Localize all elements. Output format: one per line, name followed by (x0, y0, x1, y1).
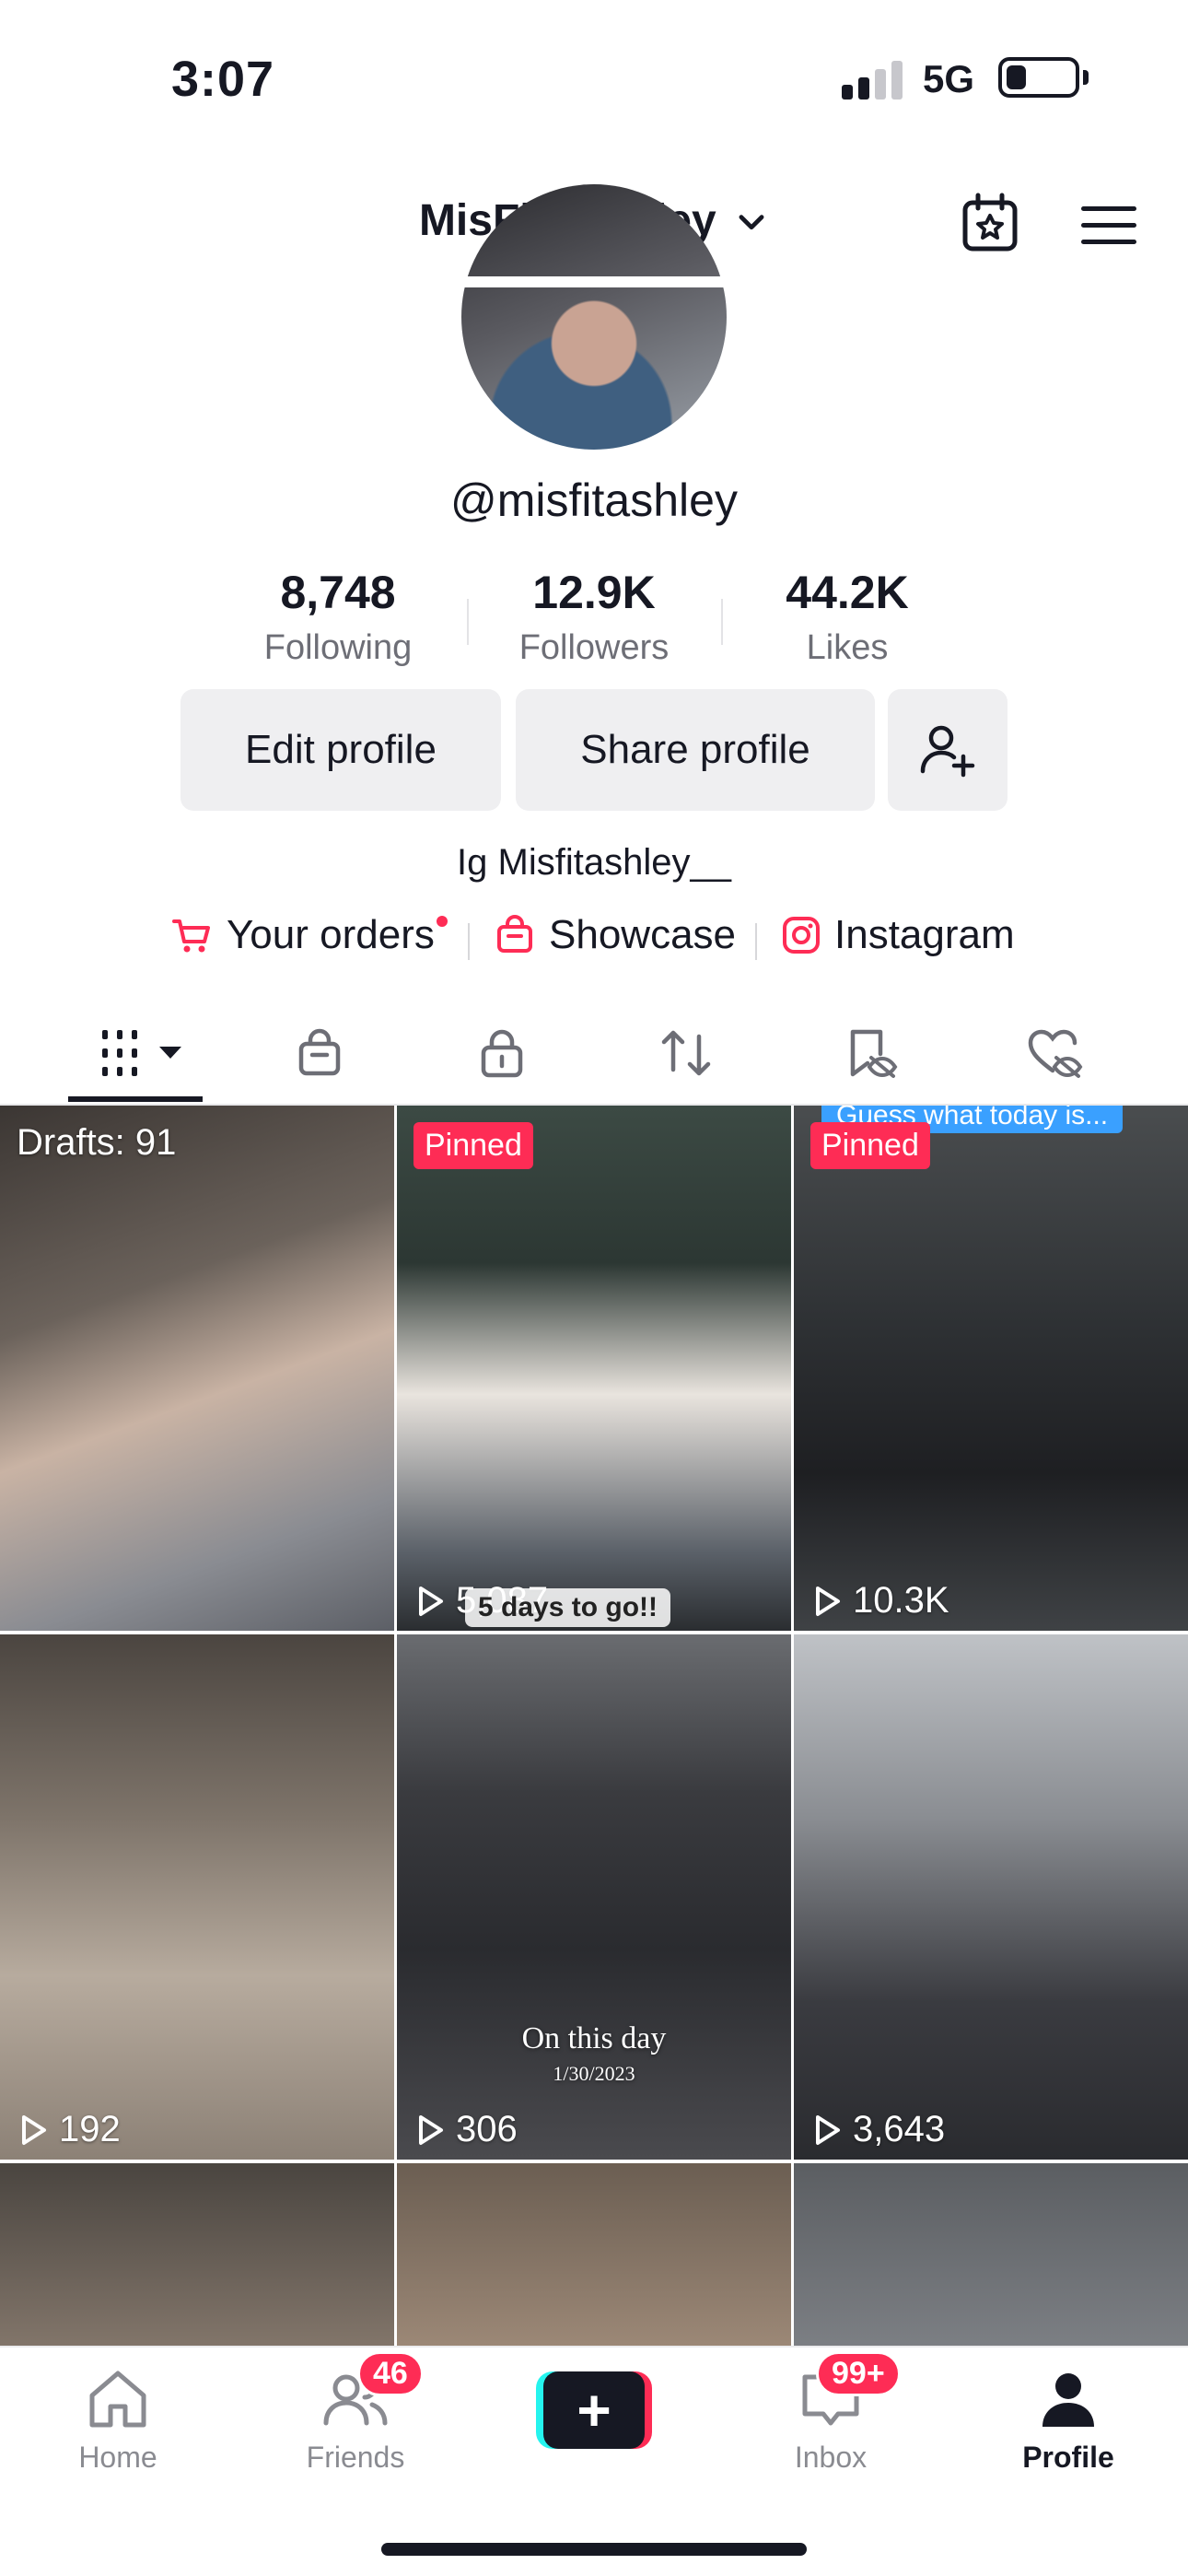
instagram-icon (783, 917, 820, 954)
share-profile-button[interactable]: Share profile (516, 689, 875, 811)
nav-home-label: Home (78, 2441, 157, 2474)
home-icon (89, 2371, 146, 2428)
status-bar: 3:07 5G (0, 0, 1188, 147)
video-tile[interactable]: Guess what today is... Pinned 10.3K (794, 1106, 1188, 1631)
tab-private[interactable] (460, 1021, 543, 1085)
pinned-badge: Pinned (810, 1122, 930, 1169)
grid-view-icon (102, 1030, 181, 1076)
chevron-down-icon (739, 215, 764, 230)
profile-links: Your orders Showcase Instagram (0, 912, 1188, 967)
video-tile[interactable] (794, 2163, 1188, 2349)
followers-count: 12.9K (532, 567, 656, 618)
battery-cap (1083, 70, 1089, 85)
tab-favorites[interactable] (829, 1021, 912, 1085)
showcase-label: Showcase (549, 912, 737, 957)
nav-profile-label: Profile (1022, 2441, 1114, 2474)
link-divider (755, 923, 757, 960)
tab-videos[interactable] (92, 1021, 193, 1085)
instagram-label: Instagram (834, 912, 1015, 957)
your-orders-label: Your orders (227, 912, 435, 957)
view-count: 306 (413, 2109, 518, 2150)
video-tile[interactable] (397, 2163, 791, 2349)
add-friend-button[interactable] (888, 689, 1007, 811)
add-person-icon (920, 725, 975, 778)
pinned-badge: Pinned (413, 1122, 533, 1169)
nav-friends-label: Friends (306, 2441, 405, 2474)
lock-icon (481, 1029, 523, 1078)
link-divider (468, 923, 470, 960)
likes-label: Likes (806, 628, 889, 667)
cart-icon (172, 919, 210, 953)
notification-dot (437, 916, 448, 927)
video-tile[interactable]: 3,643 (794, 1634, 1188, 2160)
play-icon (816, 1586, 840, 1616)
avatar[interactable] (461, 184, 727, 450)
following-count: 8,748 (280, 567, 396, 618)
video-sticker: 5 days to go!! (465, 1588, 671, 1627)
video-tile[interactable] (0, 2163, 394, 2349)
nav-home[interactable]: Home (35, 2368, 201, 2475)
play-icon (816, 2114, 840, 2145)
stat-likes[interactable]: 44.2K Likes (737, 566, 958, 668)
view-count-value: 10.3K (853, 1580, 949, 1621)
tab-reposts[interactable] (645, 1021, 728, 1085)
repost-icon (661, 1030, 711, 1076)
profile-tabs (0, 1004, 1188, 1106)
bottom-navigation: Home Friends 46 + Inbox 99+ Profile (0, 2346, 1188, 2576)
video-tile[interactable]: On this day 1/30/2023 306 (397, 1634, 791, 2160)
view-count: 10.3K (810, 1580, 949, 1622)
view-count-value: 306 (456, 2109, 518, 2149)
video-tile[interactable]: 192 (0, 1634, 394, 2160)
instagram-link[interactable]: Instagram (781, 912, 1015, 958)
calendar-star-icon[interactable] (958, 192, 1022, 256)
video-caption-date: 1/30/2023 (553, 2062, 635, 2085)
friends-badge: 46 (357, 2351, 424, 2396)
video-grid: Drafts: 91 Pinned 5,087 5 days to go!! G… (0, 1106, 1188, 2349)
video-tile[interactable]: Drafts: 91 (0, 1106, 394, 1631)
view-count-value: 3,643 (853, 2109, 946, 2149)
profile-handle: @misfitashley (450, 474, 738, 526)
battery-icon (998, 57, 1079, 98)
play-icon (419, 2114, 443, 2145)
status-time: 3:07 (171, 52, 275, 107)
stat-followers[interactable]: 12.9K Followers (483, 566, 705, 668)
create-button[interactable]: + (536, 2371, 652, 2449)
showcase-link[interactable]: Showcase (494, 912, 736, 958)
profile-person-icon (1042, 2373, 1094, 2427)
profile-bio: Ig Misfitashley__ (457, 842, 731, 883)
plus-icon: + (543, 2371, 645, 2449)
tab-shop[interactable] (278, 1021, 361, 1085)
profile-stats: 8,748 Following 12.9K Followers 44.2K Li… (0, 566, 1188, 676)
header-fade (0, 276, 1188, 287)
heart-hidden-icon (1028, 1029, 1083, 1078)
stat-divider (467, 599, 469, 645)
stat-following[interactable]: 8,748 Following (227, 566, 448, 668)
cellular-signal-icon (842, 61, 903, 100)
following-label: Following (263, 628, 413, 667)
followers-label: Followers (518, 628, 670, 667)
view-count: 192 (17, 2109, 121, 2150)
view-count-value: 192 (59, 2109, 121, 2149)
home-indicator (381, 2543, 807, 2556)
bookmark-hidden-icon (850, 1029, 898, 1078)
inbox-badge: 99+ (816, 2351, 901, 2396)
your-orders-link[interactable]: Your orders (171, 912, 435, 958)
drafts-label: Drafts: 91 (17, 1122, 177, 1163)
nav-profile[interactable]: Profile (985, 2368, 1151, 2475)
active-tab-indicator (68, 1096, 203, 1102)
view-count: 3,643 (810, 2109, 945, 2150)
shop-bag-icon (298, 1028, 341, 1076)
play-icon (419, 1586, 443, 1616)
likes-count: 44.2K (786, 567, 909, 618)
nav-inbox-label: Inbox (794, 2441, 868, 2474)
shopping-bag-icon (497, 915, 532, 953)
play-icon (22, 2114, 46, 2145)
video-tile[interactable]: Pinned 5,087 5 days to go!! (397, 1106, 791, 1631)
tab-liked[interactable] (1013, 1021, 1096, 1085)
video-caption: On this day (521, 2021, 667, 2055)
stat-divider (721, 599, 723, 645)
edit-profile-button[interactable]: Edit profile (181, 689, 501, 811)
network-type: 5G (923, 57, 975, 100)
hamburger-menu-icon[interactable] (1079, 203, 1138, 249)
